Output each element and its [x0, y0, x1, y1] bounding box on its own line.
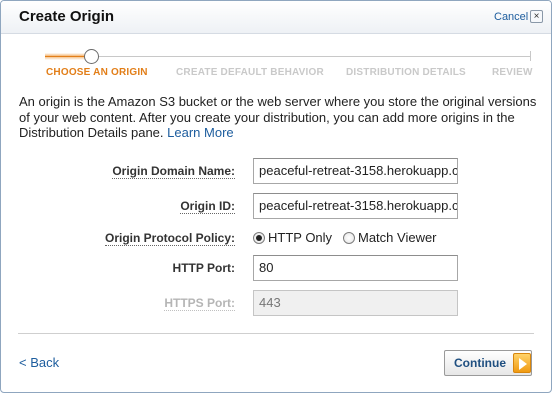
create-origin-dialog: Create Origin Cancel × CHOOSE AN ORIGIN …: [0, 0, 552, 393]
https-port-label: HTTPS Port:: [164, 296, 235, 311]
https-port-input: 443: [253, 290, 458, 316]
intro-text: An origin is the Amazon S3 bucket or the…: [19, 94, 539, 141]
step-track-end: [530, 51, 531, 61]
footer-divider: [18, 333, 534, 334]
close-icon[interactable]: ×: [530, 10, 543, 23]
radio-match-viewer-label: Match Viewer: [358, 230, 437, 245]
arrow-right-icon-glyph: [519, 358, 527, 370]
protocol-policy-label: Origin Protocol Policy:: [104, 231, 235, 246]
radio-http-only-label: HTTP Only: [268, 230, 333, 245]
continue-button[interactable]: Continue: [444, 350, 532, 376]
dialog-title: Create Origin: [19, 8, 115, 25]
radio-match-viewer-button[interactable]: [343, 232, 355, 244]
current-step-marker: [84, 49, 99, 64]
step-choose-origin: CHOOSE AN ORIGIN: [46, 67, 148, 78]
step-review: REVIEW: [492, 67, 533, 78]
origin-id-input[interactable]: peaceful-retreat-3158.herokuapp.com: [253, 193, 458, 219]
http-port-label: HTTP Port:: [172, 261, 235, 275]
arrow-right-icon: [513, 353, 531, 373]
origin-domain-label: Origin Domain Name:: [112, 164, 235, 179]
wizard-steps: CHOOSE AN ORIGIN CREATE DEFAULT BEHAVIOR…: [1, 34, 551, 86]
origin-id-label: Origin ID:: [180, 199, 235, 214]
cancel-link[interactable]: Cancel: [494, 11, 528, 23]
intro-description: An origin is the Amazon S3 bucket or the…: [19, 94, 537, 140]
radio-http-only-button[interactable]: [253, 232, 265, 244]
origin-domain-input[interactable]: peaceful-retreat-3158.herokuapp.com: [253, 158, 458, 184]
learn-more-link[interactable]: Learn More: [167, 125, 233, 140]
step-track: [99, 56, 531, 57]
step-distribution-details: DISTRIBUTION DETAILS: [346, 67, 466, 78]
continue-button-label: Continue: [454, 356, 506, 370]
dialog-titlebar: Create Origin Cancel ×: [1, 1, 551, 34]
back-link[interactable]: < Back: [19, 355, 59, 370]
http-port-input[interactable]: 80: [253, 255, 458, 281]
step-create-default-behavior: CREATE DEFAULT BEHAVIOR: [176, 67, 324, 78]
